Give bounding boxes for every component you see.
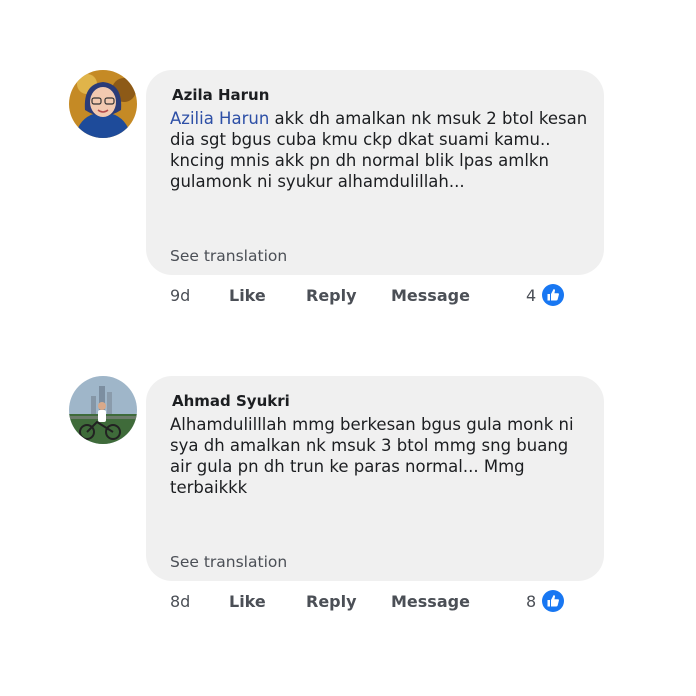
reply-button[interactable]: Reply — [306, 592, 357, 611]
like-button[interactable]: Like — [229, 592, 266, 611]
comment-timestamp[interactable]: 9d — [170, 286, 190, 305]
user-avatar-photo-icon — [69, 70, 137, 138]
comment-bubble: Ahmad Syukri Alhamdulilllah mmg berkesan… — [146, 376, 604, 581]
message-button[interactable]: Message — [391, 286, 470, 305]
comment-item: Ahmad Syukri Alhamdulilllah mmg berkesan… — [0, 376, 696, 626]
mention-link[interactable]: Azilia Harun — [170, 109, 269, 128]
comment-bubble: Azila Harun Azilia Harun akk dh amalkan … — [146, 70, 604, 275]
reaction-count[interactable]: 4 — [526, 286, 536, 305]
avatar[interactable] — [69, 376, 137, 444]
comment-item: Azila Harun Azilia Harun akk dh amalkan … — [0, 70, 696, 320]
like-button[interactable]: Like — [229, 286, 266, 305]
comment-actions: 9d Like Reply Message 4 — [0, 283, 696, 309]
comment-timestamp[interactable]: 8d — [170, 592, 190, 611]
reaction-count[interactable]: 8 — [526, 592, 536, 611]
comment-text: Alhamdulilllah mmg berkesan bgus gula mo… — [170, 415, 574, 497]
comment-text: Azilia Harun akk dh amalkan nk msuk 2 bt… — [170, 108, 590, 192]
user-avatar-photo-icon — [69, 376, 137, 444]
thumbs-up-icon[interactable] — [542, 590, 564, 612]
see-translation-link[interactable]: See translation — [170, 553, 287, 571]
avatar[interactable] — [69, 70, 137, 138]
message-button[interactable]: Message — [391, 592, 470, 611]
comment-author[interactable]: Ahmad Syukri — [172, 392, 290, 410]
see-translation-link[interactable]: See translation — [170, 247, 287, 265]
comment-actions: 8d Like Reply Message 8 — [0, 589, 696, 615]
comment-author[interactable]: Azila Harun — [172, 86, 269, 104]
thumbs-up-icon[interactable] — [542, 284, 564, 306]
reply-button[interactable]: Reply — [306, 286, 357, 305]
